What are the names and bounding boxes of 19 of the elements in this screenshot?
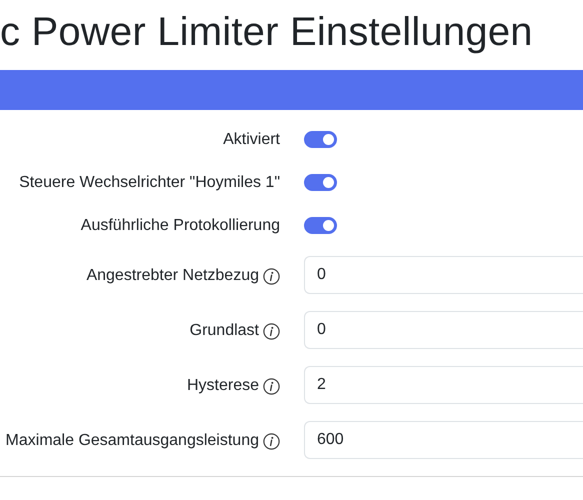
toggle-switch[interactable] bbox=[304, 174, 337, 191]
toggle-switch[interactable] bbox=[304, 217, 337, 234]
setting-label: Ausführliche Protokollierung bbox=[80, 216, 280, 234]
info-icon[interactable] bbox=[263, 322, 280, 340]
toggle-switch[interactable] bbox=[304, 131, 337, 148]
info-icon[interactable] bbox=[263, 432, 280, 450]
info-icon[interactable] bbox=[263, 378, 280, 394]
field-label: Angestrebter Netzbezug bbox=[86, 267, 259, 285]
info-icon[interactable] bbox=[263, 268, 280, 284]
number-input[interactable]: 0 bbox=[304, 311, 583, 349]
field-label: Grundlast bbox=[190, 322, 259, 340]
setting-label: Aktiviert bbox=[223, 130, 280, 148]
number-input[interactable]: 600 bbox=[304, 421, 583, 459]
field-label: Hysterese bbox=[186, 377, 259, 395]
setting-label: Steuere Wechselrichter "Hoymiles 1" bbox=[19, 174, 280, 192]
field-label: Maximale Gesamtausgangsleistung bbox=[6, 432, 259, 450]
number-input[interactable]: 0 bbox=[304, 256, 583, 294]
number-input[interactable]: 2 bbox=[304, 366, 583, 404]
page-title: c Power Limiter Einstellungen bbox=[0, 9, 533, 56]
